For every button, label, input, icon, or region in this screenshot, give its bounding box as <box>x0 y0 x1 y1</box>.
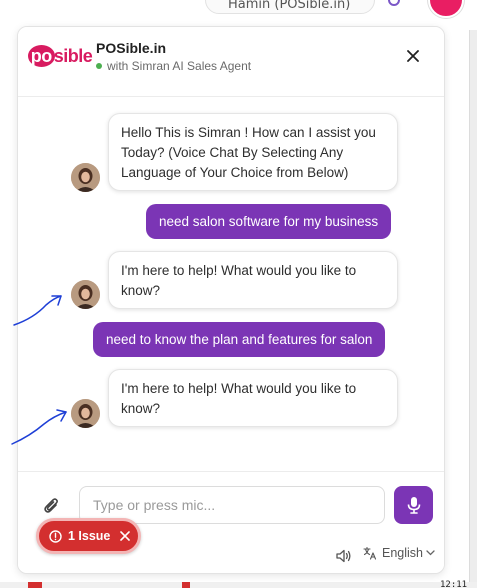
message-list: Hello This is Simran ! How can I assist … <box>18 97 444 471</box>
taskbar-clock: 12:11 <box>440 580 468 588</box>
background-avatar <box>428 0 464 18</box>
agent-avatar <box>71 163 100 192</box>
chevron-down-icon <box>426 550 435 556</box>
taskbar-item <box>182 582 190 588</box>
microphone-button[interactable] <box>394 486 433 524</box>
user-message: need salon software for my business <box>146 204 392 239</box>
paperclip-icon <box>44 498 58 513</box>
error-icon <box>49 529 62 543</box>
issue-dismiss-button[interactable] <box>120 531 131 541</box>
issue-badge[interactable]: 1 Issue <box>36 518 141 554</box>
taskbar <box>0 582 477 588</box>
chat-header: po sible POSible.in with Simran AI Sales … <box>18 27 444 97</box>
speaker-button[interactable] <box>335 548 353 564</box>
user-message: need to know the plan and features for s… <box>93 322 386 357</box>
background-topbar-text: Hamin (POSible.in) <box>228 0 351 12</box>
language-label: English <box>382 546 423 560</box>
close-button[interactable] <box>402 45 424 67</box>
issue-label: 1 Issue <box>68 529 111 543</box>
close-icon <box>407 50 419 62</box>
translate-icon <box>363 546 377 560</box>
attach-button[interactable] <box>42 495 62 517</box>
agent-avatar <box>71 280 100 309</box>
background-scrollbar <box>469 30 477 588</box>
chat-title: POSible.in <box>96 40 167 56</box>
chat-subtitle: with Simran AI Sales Agent <box>96 59 251 73</box>
chat-widget: po sible POSible.in with Simran AI Sales … <box>17 26 445 574</box>
microphone-icon <box>407 497 420 514</box>
bot-message: I'm here to help! What would you like to… <box>108 369 398 427</box>
speaker-icon <box>336 549 351 563</box>
online-status-icon <box>96 63 102 69</box>
brand-logo: po sible <box>27 41 93 71</box>
agent-avatar <box>71 399 100 428</box>
taskbar-item <box>28 582 42 588</box>
close-icon <box>120 531 131 541</box>
bot-message: Hello This is Simran ! How can I assist … <box>108 113 398 191</box>
background-status-icon <box>388 0 400 6</box>
agent-name: with Simran AI Sales Agent <box>107 59 252 73</box>
bot-message: I'm here to help! What would you like to… <box>108 251 398 309</box>
background-page-topbar: Hamin (POSible.in) <box>205 0 375 14</box>
language-selector[interactable]: English <box>363 546 435 560</box>
